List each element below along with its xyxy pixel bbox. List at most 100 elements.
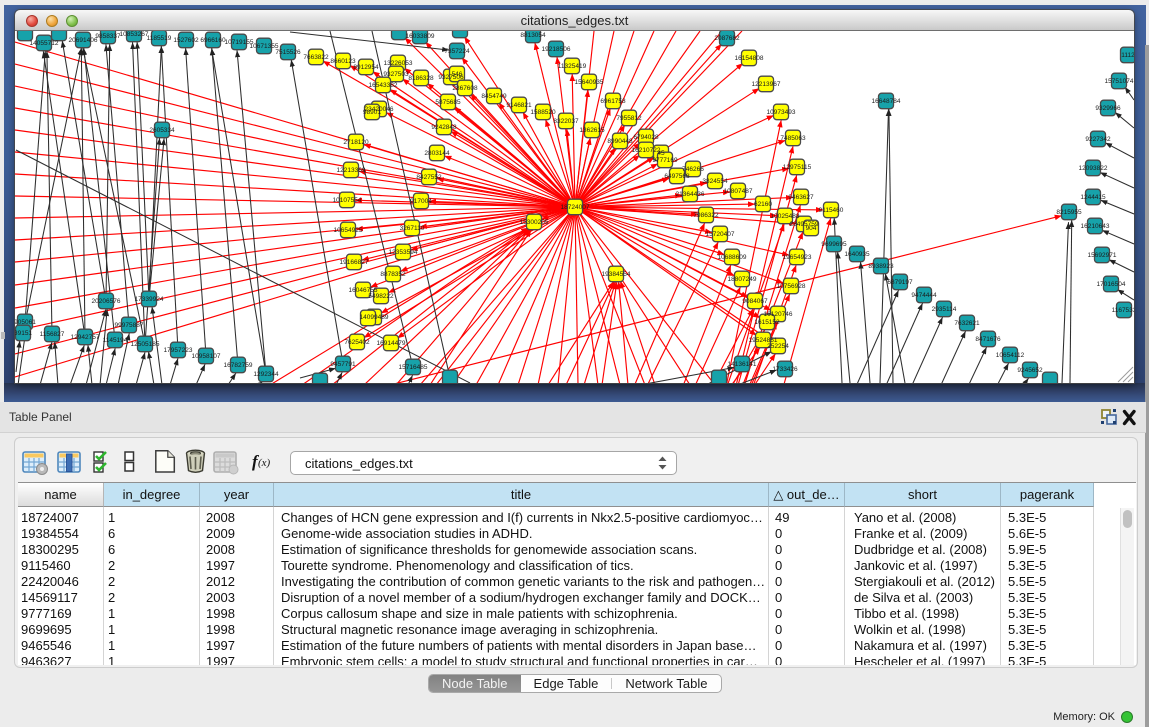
svg-text:9474444: 9474444 [911,292,937,299]
svg-text:45: 45 [657,150,665,157]
svg-text:16154808: 16154808 [735,55,764,62]
svg-text:2803144: 2803144 [424,150,450,157]
svg-text:8427552: 8427552 [416,174,442,181]
svg-text:7485063: 7485063 [780,135,806,142]
svg-text:1145194: 1145194 [103,337,128,344]
svg-text:14099489: 14099489 [360,314,389,321]
svg-text:8186328: 8186328 [408,75,434,82]
svg-text:7632621: 7632621 [954,320,980,327]
svg-text:98901: 98901 [363,109,381,116]
svg-text:17339924: 17339924 [135,296,164,303]
svg-text:9777169: 9777169 [652,157,678,164]
svg-text:19384554: 19384554 [602,271,631,278]
svg-text:8912954: 8912954 [353,64,379,71]
svg-text:19218506: 19218506 [542,46,571,53]
svg-text:15716485: 15716485 [399,364,428,371]
svg-text:1588520: 1588520 [530,109,556,116]
svg-text:9463627: 9463627 [788,194,814,201]
svg-text:15692971: 15692971 [1088,252,1117,259]
svg-text:8471676: 8471676 [975,336,1001,343]
svg-text:7955812: 7955812 [616,115,642,122]
svg-text:5875685: 5875685 [435,99,461,106]
svg-text:6497568: 6497568 [664,173,690,180]
svg-text:9084067: 9084067 [742,298,768,305]
svg-text:8813054: 8813054 [520,32,546,39]
svg-text:1112: 1112 [1121,52,1134,59]
svg-text:8454749: 8454749 [481,93,507,100]
svg-text:16543382: 16543382 [369,82,398,89]
svg-text:12093822: 12093822 [1079,165,1108,172]
svg-text:16120746: 16120746 [764,311,793,318]
svg-text:10958107: 10958107 [192,353,221,360]
svg-text:15720407: 15720407 [706,231,735,238]
svg-text:9699695: 9699695 [821,241,847,248]
svg-text:2718120: 2718120 [343,139,369,146]
svg-text:62160: 62160 [754,201,772,208]
svg-text:8660123: 8660123 [330,58,356,65]
svg-text:20691406: 20691406 [69,37,98,44]
svg-text:1527602: 1527602 [173,37,199,44]
svg-text:20206576: 20206576 [92,298,121,305]
svg-text:2605334: 2605334 [149,127,175,134]
svg-text:8878352: 8878352 [380,271,406,278]
svg-text:18807249: 18807249 [728,276,757,283]
svg-text:9329966: 9329966 [1095,105,1121,112]
svg-text:252254: 252254 [767,343,789,350]
svg-text:19654923: 19654923 [783,254,812,261]
svg-text:6961758: 6961758 [600,98,626,105]
svg-text:10025488: 10025488 [771,213,800,220]
svg-text:12213369: 12213369 [337,167,366,174]
svg-text:9327503: 9327503 [383,71,409,78]
svg-text:10853267: 10853267 [120,31,149,38]
svg-text:17016504: 17016504 [1097,281,1126,288]
svg-text:10654112: 10654112 [996,352,1025,359]
svg-text:15300205: 15300205 [520,219,549,226]
svg-text:16033809: 16033809 [406,33,435,40]
svg-text:1615152: 1615152 [754,319,780,326]
svg-text:6794028: 6794028 [633,134,659,141]
svg-text:16782759: 16782759 [224,362,253,369]
svg-text:9227342: 9227342 [1085,136,1111,143]
svg-text:19166827: 19166827 [340,259,369,266]
svg-text:7986322: 7986322 [693,212,719,219]
svg-text:12975115: 12975115 [783,164,812,171]
svg-text:11325419: 11325419 [558,63,587,70]
svg-text:3267110: 3267110 [400,225,425,232]
svg-text:1362615: 1362615 [579,127,605,134]
svg-text:9242848: 9242848 [431,124,457,131]
svg-text:6879197: 6879197 [887,279,913,286]
svg-text:10973493: 10973493 [767,109,796,116]
svg-text:14055712: 14055712 [30,40,59,47]
svg-text:14136141: 14136141 [728,361,757,368]
svg-text:1640935: 1640935 [844,251,870,258]
svg-text:7357224: 7357224 [444,48,470,55]
svg-text:9457791: 9457791 [330,361,356,368]
svg-text:1292344: 1292344 [253,371,279,378]
svg-text:15751074: 15751074 [1105,78,1134,85]
svg-text:10807487: 10807487 [724,188,753,195]
svg-text:6966160: 6966160 [200,37,226,44]
svg-text:10654925: 10654925 [334,227,363,234]
svg-text:546: 546 [452,71,463,78]
svg-text:7663822: 7663822 [303,54,329,61]
svg-text:(x): (x) [258,457,271,469]
svg-text:7515526: 7515526 [275,49,301,56]
svg-text:99975887: 99975887 [115,322,144,329]
svg-text:1733426: 1733426 [772,366,798,373]
svg-text:904: 904 [806,225,817,232]
svg-text:1185519: 1185519 [147,35,172,42]
svg-text:917004: 917004 [410,198,432,205]
svg-text:10688609: 10688609 [718,254,747,261]
svg-text:16914479: 16914479 [377,340,406,347]
svg-text:9245652: 9245652 [1017,367,1043,374]
svg-text:1156827: 1156827 [40,331,65,338]
svg-text:1244415: 1244415 [1080,194,1106,201]
svg-text:12942757: 12942757 [71,334,100,341]
svg-text:17957223: 17957223 [164,347,193,354]
svg-text:10107554: 10107554 [333,197,362,204]
svg-text:13226053: 13226053 [384,60,413,67]
svg-text:905061: 905061 [15,319,36,326]
svg-text:3824554: 3824554 [702,178,728,185]
svg-text:5498222: 5498222 [368,293,394,300]
svg-text:12353594: 12353594 [389,249,418,256]
